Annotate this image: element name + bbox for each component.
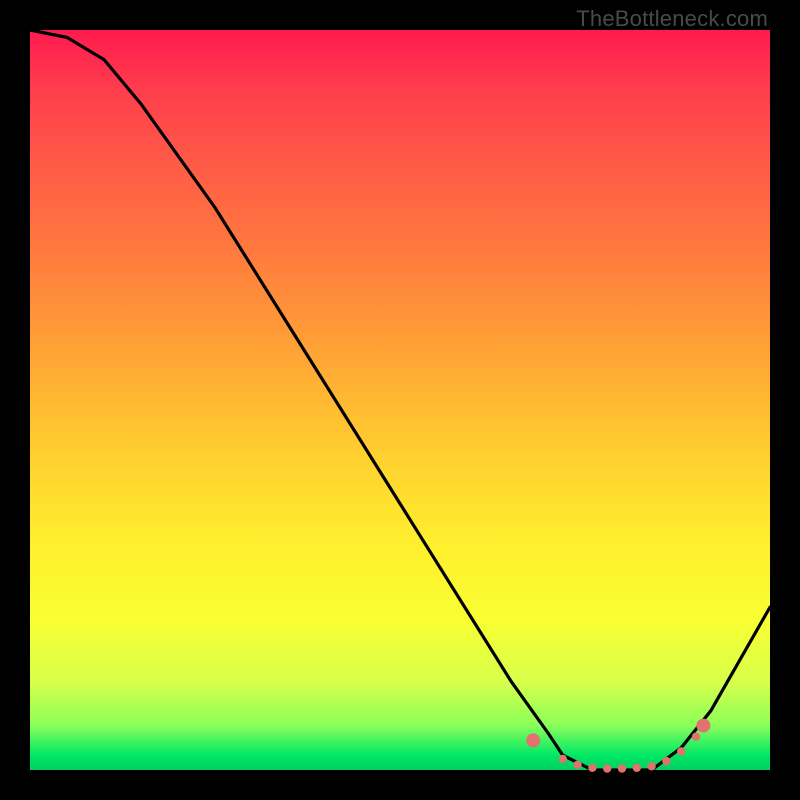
watermark-label: TheBottleneck.com [576,6,768,32]
highlight-dot [618,764,626,772]
highlight-dot [526,733,540,747]
highlight-dot [662,757,670,765]
highlight-dot [633,764,641,772]
chart-frame: TheBottleneck.com [0,0,800,800]
highlight-dot [696,719,710,733]
highlight-dot [692,733,700,741]
chart-svg [30,30,770,770]
bottleneck-curve-path [30,30,770,770]
highlight-dot [588,764,596,772]
highlight-dot [603,764,611,772]
highlight-dot [573,761,581,769]
highlight-dot [647,762,655,770]
highlight-dot [559,755,567,763]
highlight-dot [677,747,685,755]
